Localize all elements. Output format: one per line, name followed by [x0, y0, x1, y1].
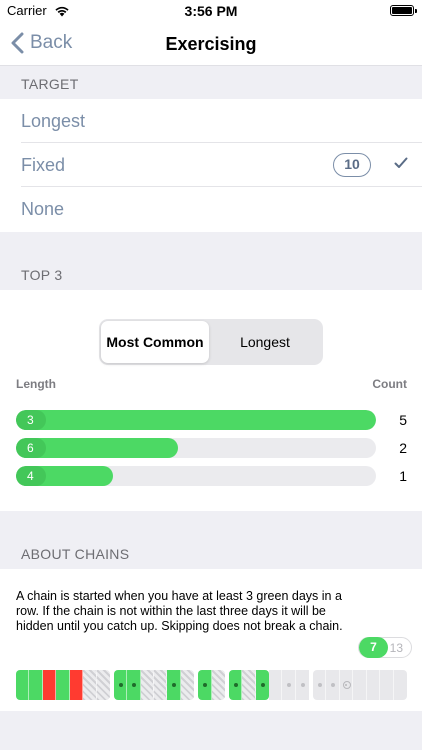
about-chains-panel: A chain is started when you have at leas… — [0, 569, 422, 711]
navigation-bar: Back Exercising — [0, 22, 422, 66]
bar-fill — [16, 438, 178, 458]
target-options-list: Longest Fixed 10 None — [0, 99, 422, 232]
count-column-header: Count — [372, 377, 407, 391]
chain-example-strip — [16, 670, 407, 700]
chain-day-red — [42, 670, 57, 700]
chain-day-green — [113, 670, 128, 700]
chain-segment — [113, 670, 195, 700]
sort-segmented-control: Most Common Longest — [99, 319, 323, 365]
top3-section-header: TOP 3 — [21, 267, 63, 283]
bar-count-value: 1 — [399, 468, 407, 484]
top3-panel: Most Common Longest Length Count 3 5 6 2… — [0, 290, 422, 511]
target-option-label: None — [21, 199, 65, 219]
chain-day-empty — [326, 670, 340, 700]
chain-length-toggle[interactable]: 7 13 — [358, 637, 412, 658]
chain-day-red — [69, 670, 84, 700]
chain-day-skipped — [211, 670, 225, 700]
bar-count-value: 5 — [399, 412, 407, 428]
chain-segment — [198, 670, 225, 700]
target-option-none[interactable]: None — [21, 187, 422, 231]
chain-day-skipped — [242, 670, 256, 700]
fixed-value-badge[interactable]: 10 — [333, 153, 371, 177]
chain-day-green — [29, 670, 43, 700]
chain-length-bar: 6 2 — [16, 438, 407, 458]
chain-day-empty — [313, 670, 327, 700]
chain-day-empty — [268, 670, 283, 700]
chain-segment-pending — [268, 670, 310, 700]
segment-most-common[interactable]: Most Common — [101, 321, 209, 363]
chain-day-today — [339, 670, 354, 700]
chain-day-green — [167, 670, 181, 700]
chain-day-green — [198, 670, 212, 700]
chain-day-green — [127, 670, 141, 700]
status-time: 3:56 PM — [184, 3, 238, 19]
chain-day-green — [56, 670, 70, 700]
segment-longest[interactable]: Longest — [211, 321, 319, 363]
chain-day-skipped — [96, 670, 110, 700]
target-section-header: TARGET — [21, 76, 79, 92]
chain-segment-pending — [313, 670, 407, 700]
chain-day-green — [228, 670, 243, 700]
bar-track: 3 — [16, 410, 376, 430]
chain-day-empty — [366, 670, 381, 700]
page-title: Exercising — [165, 34, 257, 54]
chain-day-empty — [282, 670, 296, 700]
chain-length-bar: 3 5 — [16, 410, 407, 430]
chain-day-empty — [295, 670, 310, 700]
chain-day-green — [16, 670, 30, 700]
target-option-label: Fixed — [21, 155, 66, 175]
target-option-fixed[interactable]: Fixed 10 — [21, 143, 422, 187]
bar-count-value: 2 — [399, 440, 407, 456]
chain-segment — [16, 670, 110, 700]
checkmark-icon — [394, 156, 408, 174]
battery-icon — [390, 5, 417, 16]
chain-day-skipped — [140, 670, 155, 700]
toggle-off-value: 13 — [389, 641, 403, 655]
chain-day-empty — [353, 670, 367, 700]
chain-length-bar: 4 1 — [16, 466, 407, 486]
toggle-on-value: 7 — [359, 637, 388, 658]
chain-day-empty — [380, 670, 394, 700]
bar-track: 6 — [16, 438, 376, 458]
target-option-longest[interactable]: Longest — [21, 99, 422, 143]
length-column-header: Length — [16, 377, 56, 391]
bar-length-label: 3 — [27, 413, 34, 427]
bar-track: 4 — [16, 466, 376, 486]
chain-day-green — [255, 670, 269, 700]
about-section-header: ABOUT CHAINS — [21, 546, 130, 562]
chain-day-skipped — [83, 670, 97, 700]
chain-day-skipped — [180, 670, 195, 700]
status-bar: Carrier 3:56 PM — [0, 0, 422, 22]
about-chains-description: A chain is started when you have at leas… — [16, 589, 343, 633]
bar-fill — [16, 410, 376, 430]
chain-day-empty — [393, 670, 407, 700]
chain-day-skipped — [154, 670, 168, 700]
target-option-label: Longest — [21, 111, 86, 131]
chain-segment — [228, 670, 269, 700]
bar-length-label: 6 — [27, 441, 34, 455]
bar-length-label: 4 — [27, 469, 34, 483]
